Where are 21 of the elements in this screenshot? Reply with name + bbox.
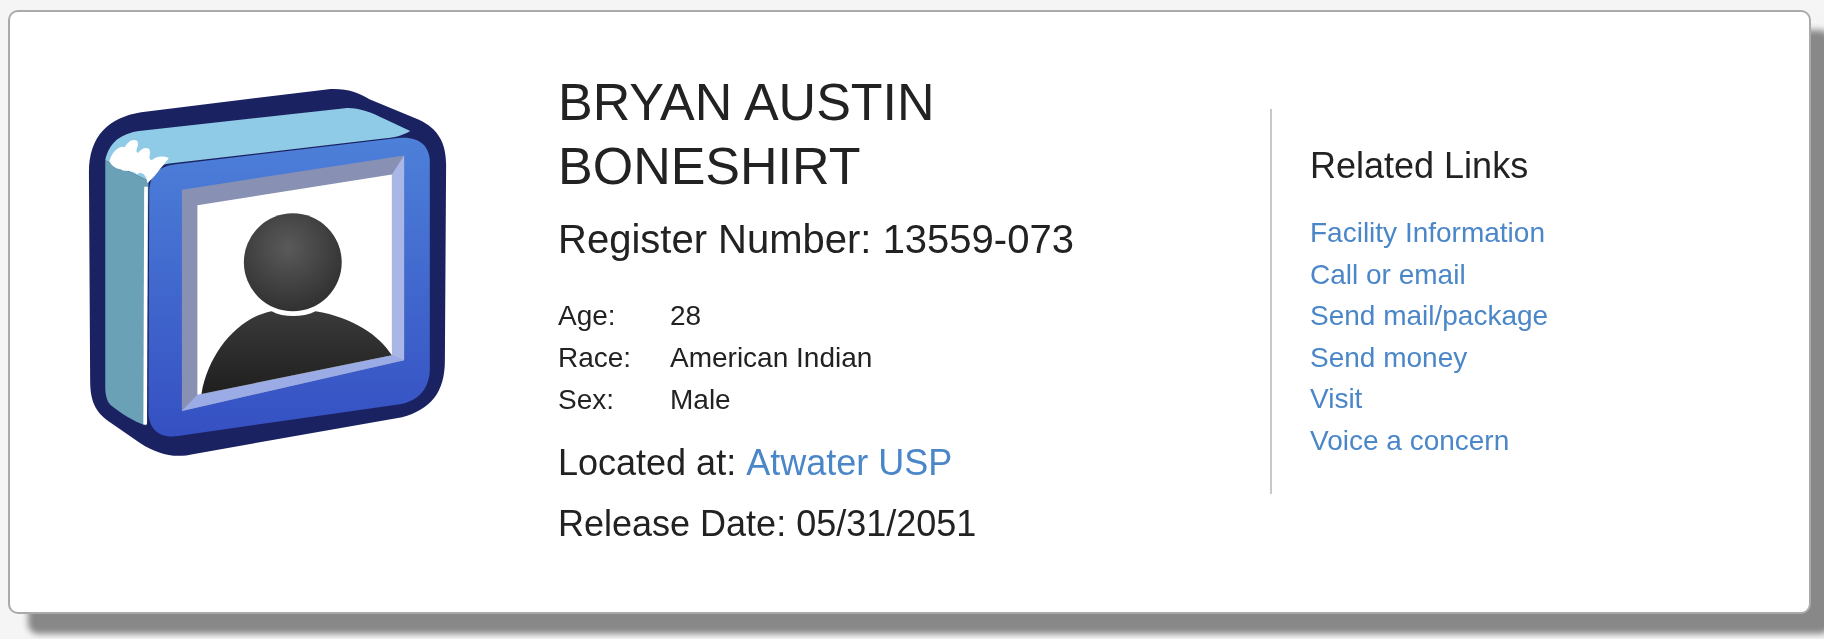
related-link[interactable]: Voice a concern xyxy=(1310,419,1510,462)
detail-value: 28 xyxy=(670,299,702,333)
related-links-heading: Related Links xyxy=(1310,144,1530,188)
profile-picture-icon xyxy=(86,89,447,458)
person-name-heading: BRYAN AUSTIN BONESHIRT xyxy=(558,72,936,197)
register-number-value: 13559-073 xyxy=(882,217,1074,261)
detail-value: Male xyxy=(670,383,731,417)
location-label: Located at: xyxy=(558,442,737,483)
related-link[interactable]: Visit xyxy=(1310,378,1363,420)
release-date-label: Release Date: xyxy=(558,503,787,544)
detail-label: Age: xyxy=(558,299,617,333)
related-link[interactable]: Facility Information xyxy=(1310,212,1545,254)
detail-label: Race: xyxy=(558,341,633,375)
related-link[interactable]: Send money xyxy=(1310,336,1468,379)
related-link[interactable]: Send mail/package xyxy=(1310,295,1549,337)
release-date-value: 05/31/2051 xyxy=(796,503,977,544)
facility-link[interactable]: Atwater USP xyxy=(746,442,953,483)
related-link[interactable]: Call or email xyxy=(1310,253,1466,296)
register-number-label: Register Number: xyxy=(558,217,872,261)
detail-label: Sex: xyxy=(558,383,616,417)
detail-value: American Indian xyxy=(670,341,873,375)
